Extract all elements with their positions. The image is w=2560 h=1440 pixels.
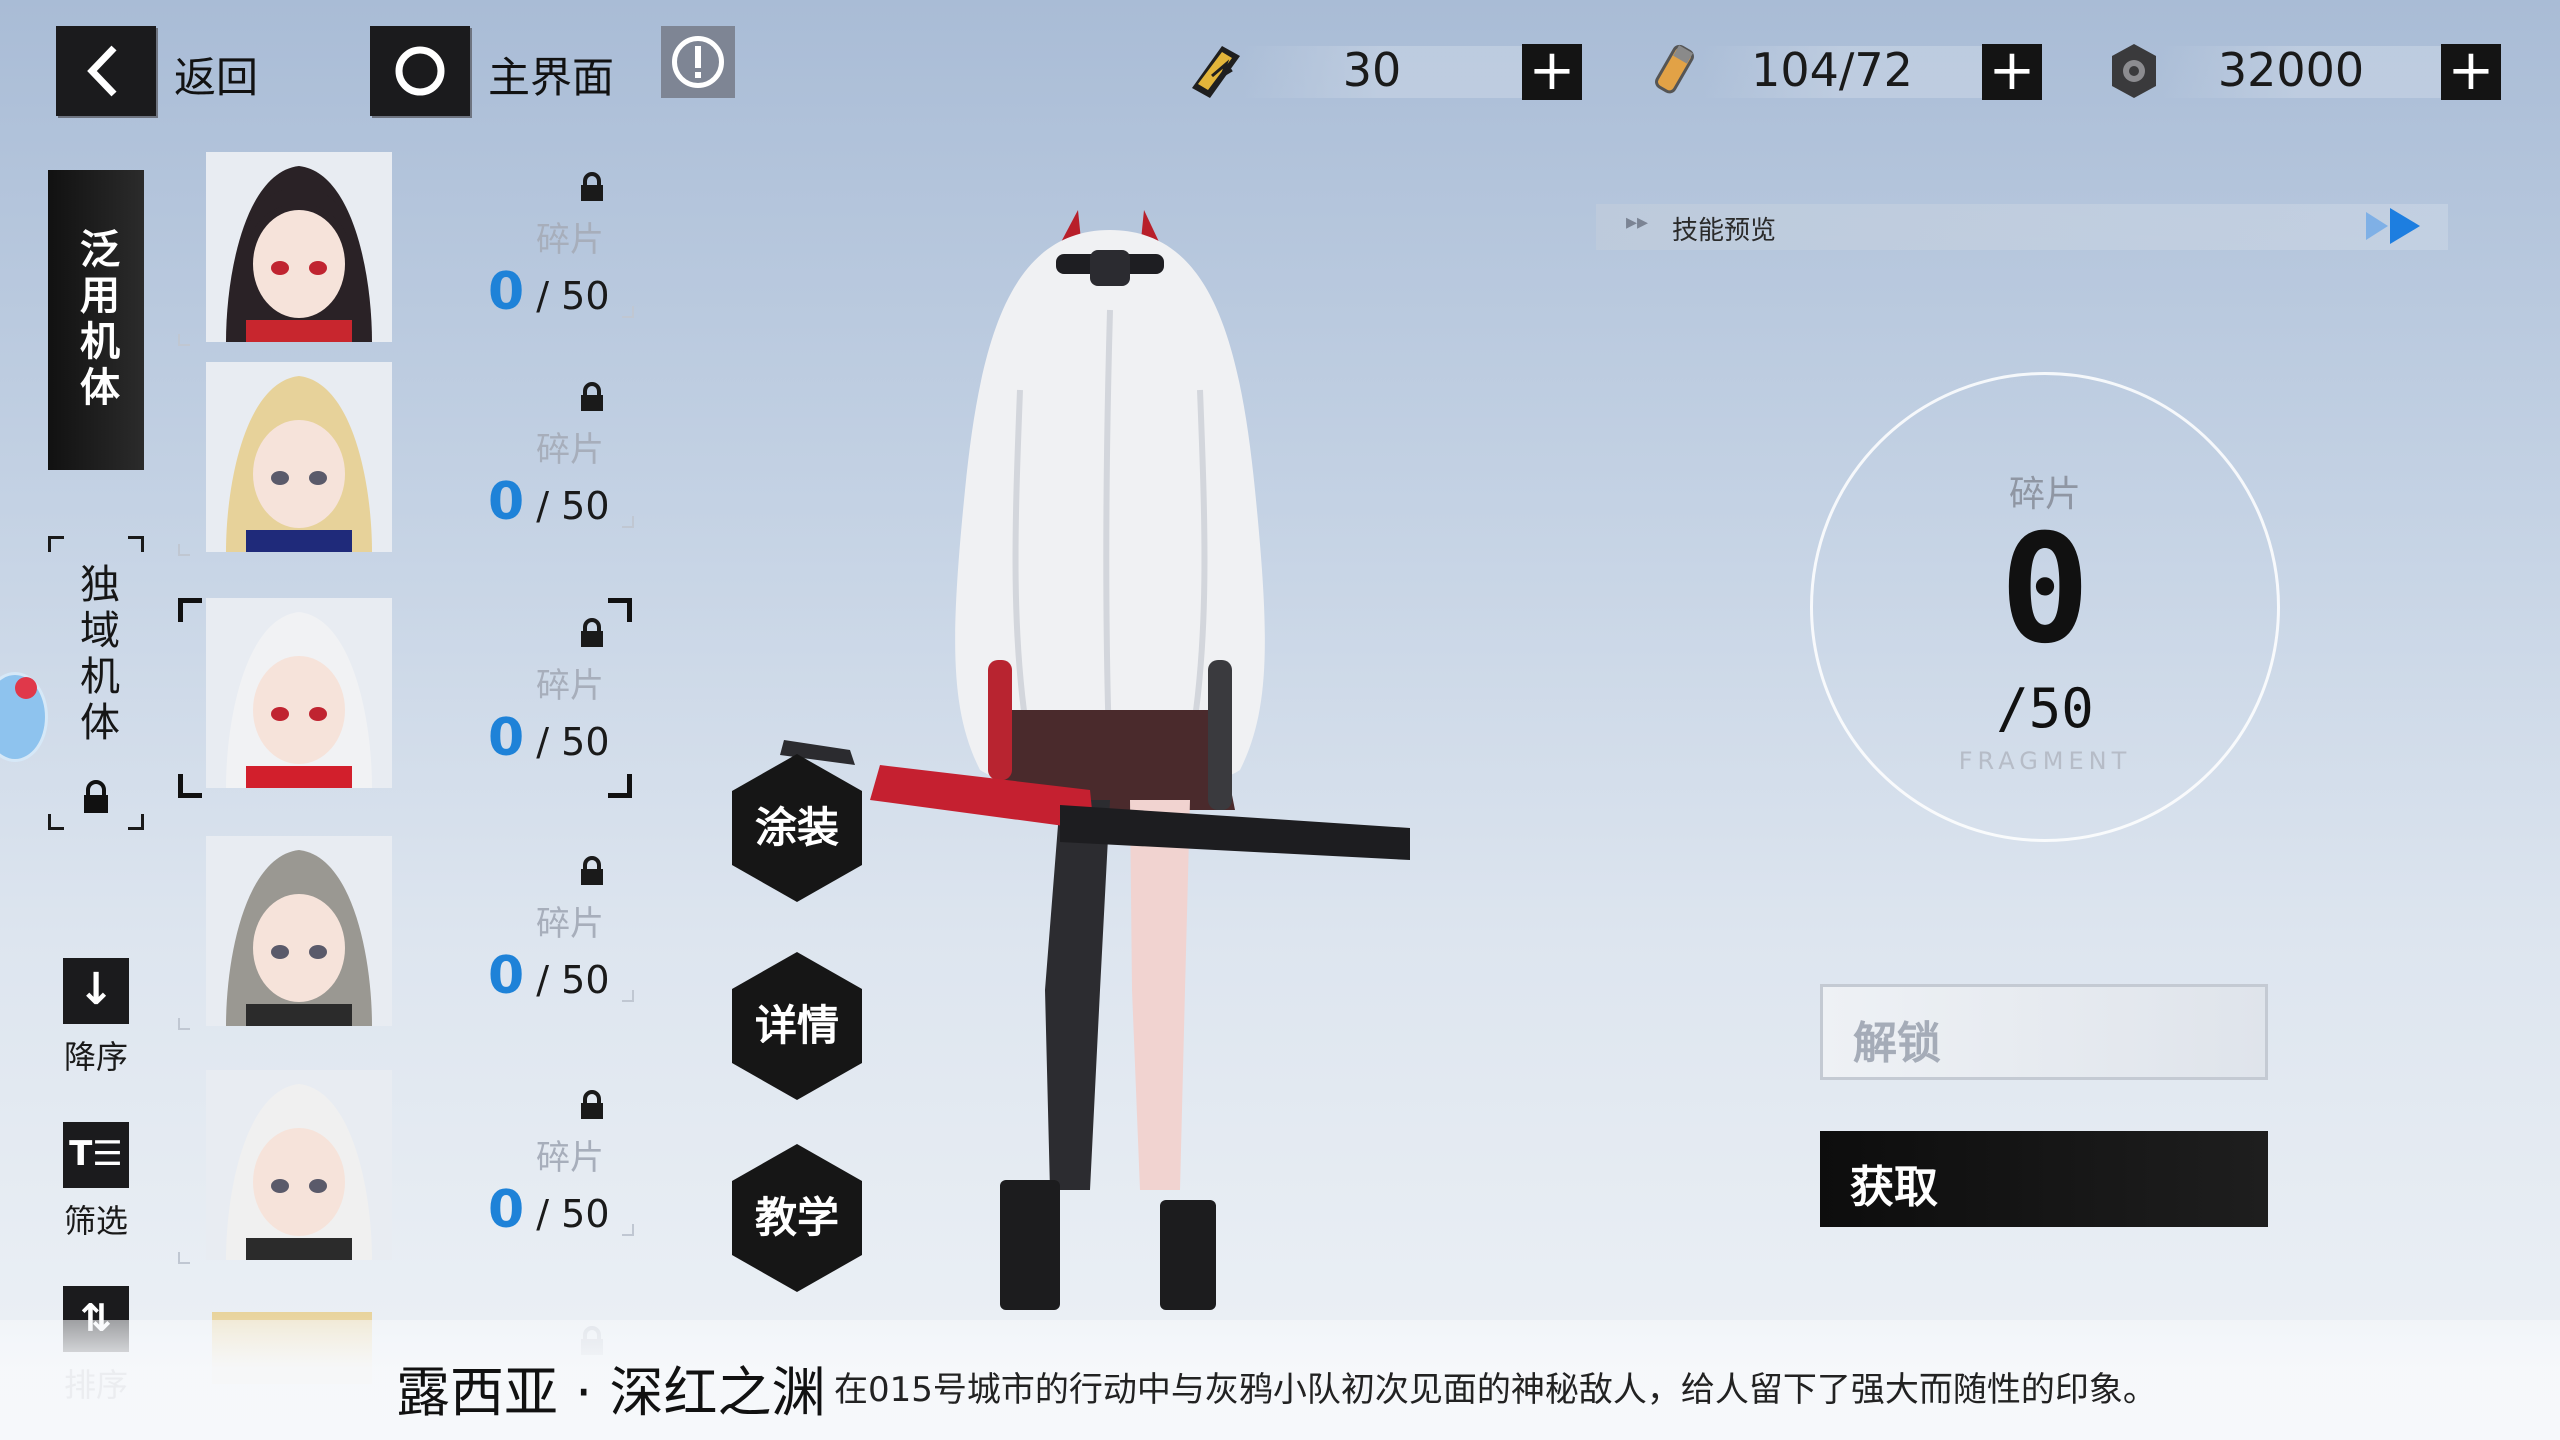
play-shadow-icon: [2366, 212, 2388, 240]
fragment-label: 碎片: [536, 220, 604, 260]
lock-icon: [581, 382, 603, 411]
resource-value: 32000: [2217, 43, 2365, 97]
home-label[interactable]: 主界面: [488, 44, 614, 105]
fragment-total: / 50: [524, 1192, 610, 1236]
add-card-ticket-button[interactable]: +: [1522, 43, 1582, 100]
card-corner: [178, 334, 190, 346]
fragment-count: 0 / 50: [488, 946, 610, 1006]
fragment-total: / 50: [524, 484, 610, 528]
character-model: [780, 210, 1410, 1310]
lock-icon: [581, 172, 603, 201]
card-corner: [622, 516, 634, 528]
card-corner: [622, 306, 634, 318]
fragment-current: 0: [488, 472, 525, 532]
obtain-button[interactable]: 获取: [1820, 1131, 2268, 1227]
filter-label: 筛选: [63, 1202, 128, 1240]
assistant-bubble[interactable]: [0, 672, 48, 762]
card-corner: [622, 990, 634, 1002]
fragment-total: / 50: [524, 274, 610, 318]
fragment-total: / 50: [524, 958, 610, 1002]
fragment-label: 碎片: [536, 666, 604, 706]
card-ticket-icon: [1192, 46, 1240, 98]
home-circle-icon: [395, 46, 445, 96]
fragment-current: 0: [1999, 503, 2091, 677]
gear-coin-icon: [2112, 44, 2156, 98]
back-button[interactable]: [56, 26, 156, 116]
character-description: 在015号城市的行动中与灰鸦小队初次见面的神秘敌人，给人留下了强大而随性的印象。: [834, 1370, 2157, 1410]
filter-icon: T☰: [63, 1122, 129, 1188]
lock-icon: [581, 1090, 603, 1119]
category-tab-general[interactable]: 泛用机体: [48, 170, 144, 470]
fragment-counter: 碎片 0 /50 FRAGMENT: [1810, 372, 2280, 842]
info-button[interactable]: [661, 26, 735, 98]
fragment-current: 0: [488, 708, 525, 768]
character-card[interactable]: 碎片 0 / 50: [178, 152, 634, 352]
arrow-down-icon: ↓: [63, 958, 129, 1024]
character-portrait: [206, 836, 392, 1026]
sort-desc-button[interactable]: ↓ 降序: [56, 958, 136, 1078]
character-card[interactable]: 碎片 0 / 50: [178, 598, 634, 798]
character-card[interactable]: 碎片 0 / 50: [178, 836, 634, 1036]
obtain-label: 获取: [1850, 1162, 1938, 1213]
selection-corner: [178, 774, 202, 798]
resource-value: 30: [1342, 43, 1402, 97]
selection-corner: [178, 598, 202, 622]
fragment-label: 碎片: [536, 904, 604, 944]
skill-preview-bar[interactable]: ▸▸ 技能预览: [1596, 204, 2448, 250]
selection-corner: [608, 774, 632, 798]
fragment-count: 0 / 50: [488, 472, 610, 532]
fragment-total: /50: [1996, 677, 2094, 740]
fragment-count: 0 / 50: [488, 262, 610, 322]
double-arrow-icon: ▸▸: [1626, 210, 1649, 235]
fragment-current: 0: [488, 946, 525, 1006]
fragment-label: 碎片: [536, 430, 604, 470]
card-corner: [622, 1224, 634, 1236]
add-energy-button[interactable]: +: [1982, 43, 2042, 100]
fragment-count: 0 / 50: [488, 708, 610, 768]
lock-icon: [84, 780, 108, 813]
character-portrait: [206, 1070, 392, 1260]
lock-icon: [581, 856, 603, 885]
skill-preview-label: 技能预览: [1672, 216, 1777, 246]
card-corner: [178, 1252, 190, 1264]
notification-dot: [15, 677, 37, 699]
fragment-total: / 50: [524, 720, 610, 764]
character-name: 露西亚 · 深红之渊: [396, 1361, 826, 1424]
fragment-current: 0: [488, 262, 525, 322]
lock-icon: [581, 618, 603, 647]
back-label[interactable]: 返回: [174, 44, 258, 105]
card-corner: [178, 1018, 190, 1030]
fragment-english-label: FRAGMENT: [1958, 747, 2132, 775]
card-corner: [178, 544, 190, 556]
filter-button[interactable]: T☰ 筛选: [56, 1122, 136, 1242]
add-coin-button[interactable]: +: [2441, 43, 2501, 100]
selection-corner: [608, 598, 632, 622]
home-button[interactable]: [370, 26, 470, 116]
unlock-label: 解锁: [1853, 1018, 1941, 1069]
fragment-count: 0 / 50: [488, 1180, 610, 1240]
fragment-label: 碎片: [536, 1138, 604, 1178]
character-portrait: [206, 362, 392, 552]
category-tab-exclusive[interactable]: 独域机体: [58, 560, 134, 750]
sort-desc-label: 降序: [63, 1038, 128, 1076]
character-portrait: [206, 152, 392, 342]
character-card[interactable]: 碎片 0 / 50: [178, 1070, 634, 1270]
energy-vial-icon: [1655, 44, 1694, 94]
chevron-left-icon: [87, 45, 117, 97]
fragment-current: 0: [488, 1180, 525, 1240]
character-portrait: [206, 598, 392, 788]
resource-value: 104/72: [1751, 43, 1913, 97]
character-card[interactable]: 碎片 0 / 50: [178, 362, 634, 562]
play-icon[interactable]: [2390, 208, 2420, 244]
unlock-button[interactable]: 解锁: [1820, 984, 2268, 1080]
